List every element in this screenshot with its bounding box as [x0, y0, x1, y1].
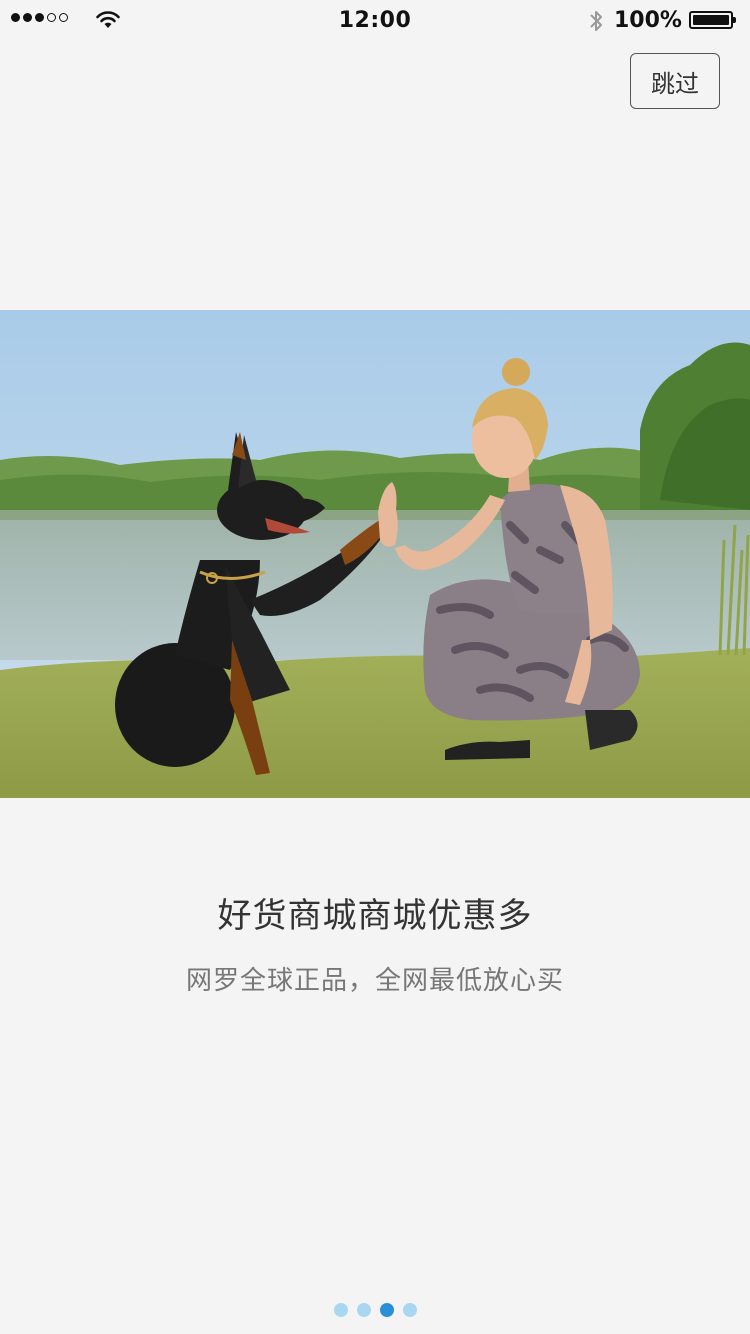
pager-dot[interactable]	[402, 1303, 417, 1317]
pager-dot[interactable]	[333, 1303, 348, 1317]
slide-image	[0, 310, 750, 798]
slide-title: 好货商城商城优惠多	[217, 896, 533, 936]
page-indicator	[0, 1303, 750, 1317]
status-bar: 12:00 100%	[0, 0, 750, 40]
bluetooth-icon	[590, 11, 602, 31]
pager-dot-active[interactable]	[379, 1303, 394, 1317]
pager-dot[interactable]	[356, 1303, 371, 1317]
battery-percentage: 100%	[614, 8, 682, 33]
battery-icon	[689, 11, 736, 29]
skip-button[interactable]: 跳过	[630, 53, 720, 109]
slide-subtitle: 网罗全球正品，全网最低放心买	[185, 966, 564, 996]
